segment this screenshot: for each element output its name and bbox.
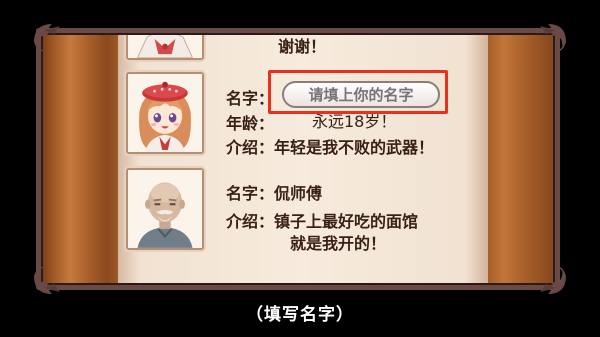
old-man-avatar-icon [128, 170, 202, 248]
chef-name-value: 侃师傅 [274, 184, 323, 203]
chef-name-label: 名字： [226, 184, 275, 203]
wood-panel-right [480, 28, 560, 290]
partial-intro-text: 谢谢！ [278, 37, 327, 56]
corner-ornament-icon [526, 254, 570, 298]
player-age-label: 年龄： [226, 114, 275, 133]
corner-ornament-icon [30, 20, 74, 64]
player-name-label: 名字： [226, 89, 275, 108]
player-intro-value: 年轻是我不败的武器！ [274, 138, 435, 157]
chef-intro-label: 介绍： [226, 212, 275, 231]
player-portrait [126, 72, 204, 154]
partial-profile-portrait [126, 28, 204, 60]
corner-ornament-icon [30, 254, 74, 298]
chef-intro-line1: 镇子上最好吃的面馆 [274, 212, 419, 231]
girl-avatar-icon [128, 74, 202, 152]
game-scene: 谢谢！ 名字： 请填上你的名字 年龄： 永远18岁！ 介绍： 年轻是我不败的武器… [0, 0, 600, 337]
player-intro-label: 介绍： [226, 138, 275, 157]
chef-portrait [126, 168, 204, 250]
name-field-highlight [268, 70, 448, 114]
corner-ornament-icon [526, 20, 570, 64]
profile-book-page: 谢谢！ 名字： 请填上你的名字 年龄： 永远18岁！ 介绍： 年轻是我不败的武器… [118, 28, 488, 290]
chef-intro-line2: 就是我开的！ [290, 234, 387, 253]
wood-panel-left [38, 28, 130, 290]
caption-text: （填写名字） [246, 305, 354, 325]
